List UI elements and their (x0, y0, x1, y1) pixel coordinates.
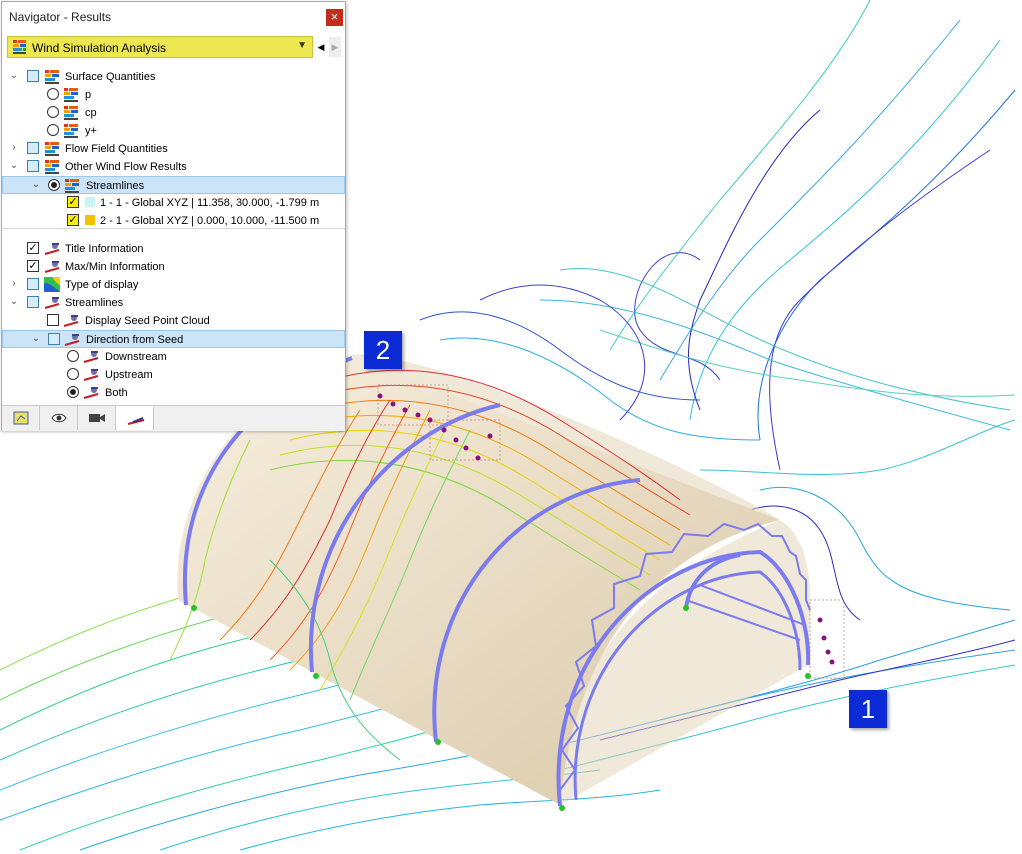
chevron-down-icon: ▼ (297, 40, 307, 51)
tree-item-downstream[interactable]: Downstream (2, 348, 345, 366)
radio-button[interactable] (67, 368, 79, 380)
checkbox[interactable] (47, 314, 59, 326)
tab-views[interactable] (78, 406, 116, 430)
tree-item-label: Other Wind Flow Results (65, 161, 187, 173)
checkbox-checked[interactable]: ✓ (67, 196, 79, 208)
close-button[interactable]: × (326, 9, 343, 26)
chevron-right-icon[interactable]: › (8, 278, 20, 290)
radio-button[interactable] (47, 106, 59, 118)
tree-item-label: Type of display (65, 279, 139, 291)
results-icon (65, 179, 79, 193)
tree-item-title-information[interactable]: ✓ Title Information (2, 240, 345, 258)
tree-item-label: 2 - 1 - Global XYZ | 0.000, 10.000, -11.… (100, 215, 320, 227)
tree-item-streamlines[interactable]: ⌄ Streamlines (2, 176, 345, 194)
tree-item-streamlines-settings[interactable]: ⌄ Streamlines (2, 294, 345, 312)
tree-item-label: cp (85, 107, 97, 119)
dropdown-value: Wind Simulation Analysis (32, 41, 167, 55)
display-icon (83, 369, 99, 381)
results-icon (64, 106, 78, 120)
tree-item-label: Streamlines (86, 180, 145, 192)
tab-results[interactable] (116, 406, 154, 430)
eye-icon (51, 413, 67, 423)
tree-item-yplus[interactable]: y+ (2, 122, 345, 140)
checkbox[interactable] (27, 70, 39, 82)
callout-2: 2 (364, 331, 402, 369)
chevron-down-icon[interactable]: ⌄ (8, 70, 20, 82)
tree-item-type-of-display[interactable]: › Type of display (2, 276, 345, 294)
result-type-dropdown[interactable]: Wind Simulation Analysis ▼ (7, 36, 313, 58)
checkbox[interactable] (27, 296, 39, 308)
tree-item-direction-from-seed[interactable]: ⌄ Direction from Seed (2, 330, 345, 348)
display-icon (64, 334, 80, 346)
checkbox[interactable] (48, 333, 60, 345)
divider (2, 228, 345, 229)
results-icon (13, 40, 26, 54)
checkbox[interactable] (27, 278, 39, 290)
tree-item-label: Direction from Seed (86, 334, 184, 346)
tab-data[interactable] (2, 406, 40, 430)
results-icon (64, 88, 78, 102)
checkbox-checked[interactable]: ✓ (27, 242, 39, 254)
chevron-down-icon[interactable]: ⌄ (8, 296, 20, 308)
display-icon (44, 243, 60, 255)
previous-button[interactable]: ◀ (315, 37, 327, 57)
color-swatch (85, 215, 95, 225)
tree-item-label: p (85, 89, 92, 101)
display-icon (63, 315, 79, 327)
tree-item-upstream[interactable]: Upstream (2, 366, 345, 384)
tree-item-maxmin-information[interactable]: ✓ Max/Min Information (2, 258, 345, 276)
display-icon (44, 297, 60, 309)
tree-item-flow-field-quantities[interactable]: › Flow Field Quantities (2, 140, 345, 158)
tree-item-label: Downstream (105, 351, 167, 363)
radio-button[interactable] (67, 350, 79, 362)
tree-item-label: Display Seed Point Cloud (85, 315, 210, 327)
tree-item-both[interactable]: Both (2, 384, 345, 402)
tree-item-cp[interactable]: cp (2, 104, 345, 122)
color-swatch (85, 197, 95, 207)
radio-button[interactable] (67, 386, 79, 398)
checkbox-checked[interactable]: ✓ (67, 214, 79, 226)
display-icon (83, 351, 99, 363)
callout-1: 1 (849, 690, 887, 728)
display-icon (83, 387, 99, 399)
tree-item-display-seed-point-cloud[interactable]: Display Seed Point Cloud (2, 312, 345, 330)
results-icon (45, 142, 59, 156)
tree-item-streamline-1[interactable]: ✓ 1 - 1 - Global XYZ | 11.358, 30.000, -… (2, 194, 345, 212)
tree-item-label: Max/Min Information (65, 261, 165, 273)
radio-button[interactable] (47, 124, 59, 136)
results-display-icon (127, 417, 145, 425)
tree-item-label: Surface Quantities (65, 71, 156, 83)
tree-item-p[interactable]: p (2, 86, 345, 104)
tree-item-other-wind-flow-results[interactable]: ⌄ Other Wind Flow Results (2, 158, 345, 176)
tree-item-label: y+ (85, 125, 97, 137)
tree-item-surface-quantities[interactable]: ⌄ Surface Quantities (2, 68, 345, 86)
tree-item-label: Title Information (65, 243, 144, 255)
camera-icon (89, 414, 105, 422)
chevron-down-icon[interactable]: ⌄ (8, 160, 20, 172)
navigator-tabs (2, 405, 345, 431)
results-icon (45, 160, 59, 174)
display-icon (44, 261, 60, 273)
next-button[interactable]: ▶ (329, 37, 341, 57)
color-map-icon (44, 277, 60, 292)
chevron-down-icon[interactable]: ⌄ (30, 333, 42, 345)
tree-item-label: Upstream (105, 369, 153, 381)
tree-item-label: Flow Field Quantities (65, 143, 168, 155)
chevron-down-icon[interactable]: ⌄ (30, 179, 42, 191)
checkbox[interactable] (27, 142, 39, 154)
results-icon (45, 70, 59, 84)
radio-button[interactable] (47, 88, 59, 100)
tab-display[interactable] (40, 406, 78, 430)
data-icon (13, 411, 29, 425)
panel-title: Navigator - Results (9, 10, 112, 24)
tree-item-label: Streamlines (65, 297, 124, 309)
chevron-right-icon[interactable]: › (8, 142, 20, 154)
tree-item-label: 1 - 1 - Global XYZ | 11.358, 30.000, -1.… (100, 197, 320, 209)
navigator-panel: Navigator - Results × Wind Simulation An… (1, 1, 346, 431)
results-icon (64, 124, 78, 138)
checkbox[interactable] (27, 160, 39, 172)
radio-button[interactable] (48, 179, 60, 191)
tree-item-label: Both (105, 387, 128, 399)
checkbox-checked[interactable]: ✓ (27, 260, 39, 272)
